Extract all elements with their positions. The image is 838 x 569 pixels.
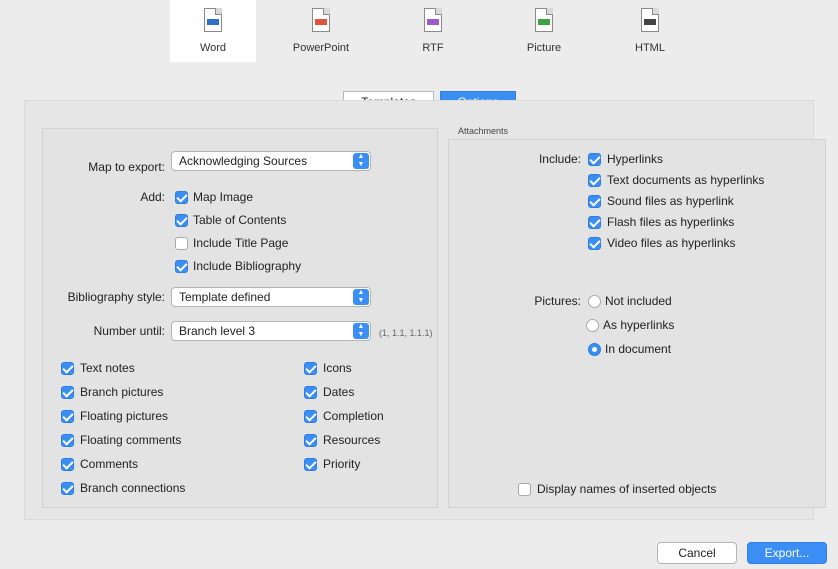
element-checkbox[interactable]	[61, 482, 74, 495]
element-checkbox[interactable]	[304, 386, 317, 399]
html-doc-icon	[641, 8, 659, 32]
number-until-label: Number until:	[93, 324, 165, 338]
number-until-value: Branch level 3	[179, 324, 256, 338]
cancel-button[interactable]: Cancel	[657, 542, 737, 564]
export-button[interactable]: Export...	[747, 542, 827, 564]
element-option-label: Floating comments	[80, 433, 182, 447]
add-checkbox[interactable]	[175, 260, 188, 273]
include-label: Include:	[538, 152, 581, 166]
element-option-label: Branch pictures	[80, 385, 164, 399]
doc-band	[427, 19, 439, 25]
format-label: RTF	[422, 42, 444, 54]
element-option-label: Text notes	[80, 361, 135, 375]
pictures-option-label: As hyperlinks	[603, 318, 675, 332]
element-option-label: Icons	[323, 361, 352, 375]
add-checkbox[interactable]	[175, 214, 188, 227]
element-option-label: Resources	[323, 433, 381, 447]
include-option-label: Hyperlinks	[607, 152, 664, 166]
format-label: Word	[199, 42, 227, 54]
doc-band	[644, 19, 656, 25]
element-checkbox[interactable]	[61, 386, 74, 399]
map-select-value: Acknowledging Sources	[179, 154, 308, 168]
element-checkbox[interactable]	[61, 458, 74, 471]
include-option-label: Flash files as hyperlinks	[607, 215, 735, 229]
include-option-label: Video files as hyperlinks	[607, 236, 736, 250]
doc-band	[207, 19, 219, 25]
element-option-label: Dates	[323, 385, 355, 399]
add-option-label: Include Bibliography	[193, 259, 302, 273]
doc-band	[538, 19, 550, 25]
bibliography-style-value: Template defined	[179, 290, 271, 304]
format-word[interactable]: Word	[170, 0, 256, 62]
element-option-label: Completion	[323, 409, 384, 423]
map-select[interactable]: Acknowledging Sources ▲ ▼	[171, 151, 371, 171]
include-checkbox[interactable]	[588, 237, 601, 250]
map-to-export-label: Map to export:	[88, 160, 165, 174]
updown-arrows-icon: ▲ ▼	[353, 289, 369, 305]
element-checkbox[interactable]	[304, 410, 317, 423]
element-option-label: Comments	[80, 457, 139, 471]
add-option-label: Table of Contents	[193, 213, 287, 227]
element-checkbox[interactable]	[304, 458, 317, 471]
updown-arrows-icon: ▲ ▼	[353, 153, 369, 169]
display-names-label: Display names of inserted objects	[537, 482, 717, 496]
add-option-label: Map Image	[193, 190, 254, 204]
element-option-label: Floating pictures	[80, 409, 169, 423]
number-format-hint: (1, 1.1, 1.1.1)	[379, 328, 433, 338]
element-option-label: Branch connections	[80, 481, 186, 495]
right-options-panel: Include: Hyperlinks Text documents as hyp…	[448, 139, 826, 508]
element-checkbox[interactable]	[61, 410, 74, 423]
number-until-select[interactable]: Branch level 3 ▲ ▼	[171, 321, 371, 341]
format-picture[interactable]: Picture	[501, 0, 587, 62]
pictures-radio[interactable]	[588, 295, 601, 308]
word-doc-icon	[204, 8, 222, 32]
include-checkbox[interactable]	[588, 216, 601, 229]
element-checkbox[interactable]	[61, 362, 74, 375]
format-label: PowerPoint	[292, 42, 350, 54]
include-checkbox[interactable]	[588, 174, 601, 187]
element-checkbox[interactable]	[304, 362, 317, 375]
include-option-label: Sound files as hyperlink	[607, 194, 734, 208]
picture-doc-icon	[535, 8, 553, 32]
rtf-doc-icon	[424, 8, 442, 32]
format-label: Picture	[526, 42, 562, 54]
doc-band	[315, 19, 327, 25]
add-checkbox[interactable]	[175, 191, 188, 204]
powerpoint-doc-icon	[312, 8, 330, 32]
format-powerpoint[interactable]: PowerPoint	[278, 0, 364, 62]
pictures-radio[interactable]	[588, 343, 601, 356]
add-label: Add:	[140, 190, 165, 204]
format-label: HTML	[635, 42, 665, 54]
pictures-label: Pictures:	[534, 294, 581, 308]
pictures-option-label: Not included	[605, 294, 672, 308]
bibliography-style-label: Bibliography style:	[67, 290, 165, 304]
add-option-label: Include Title Page	[193, 236, 289, 250]
pictures-radio[interactable]	[586, 319, 599, 332]
element-checkbox[interactable]	[304, 434, 317, 447]
element-option-label: Priority	[323, 457, 361, 471]
pictures-option-label: In document	[605, 342, 672, 356]
left-options-panel: Map to export: Acknowledging Sources ▲ ▼ …	[42, 128, 438, 508]
bibliography-style-select[interactable]: Template defined ▲ ▼	[171, 287, 371, 307]
include-option-label: Text documents as hyperlinks	[607, 173, 765, 187]
add-checkbox[interactable]	[175, 237, 188, 250]
format-rtf[interactable]: RTF	[390, 0, 476, 62]
include-checkbox[interactable]	[588, 195, 601, 208]
element-checkbox[interactable]	[61, 434, 74, 447]
display-names-checkbox[interactable]	[518, 483, 531, 496]
updown-arrows-icon: ▲ ▼	[353, 323, 369, 339]
format-html[interactable]: HTML	[607, 0, 693, 62]
attachments-section-title: Attachments	[458, 126, 509, 136]
include-checkbox[interactable]	[588, 153, 601, 166]
